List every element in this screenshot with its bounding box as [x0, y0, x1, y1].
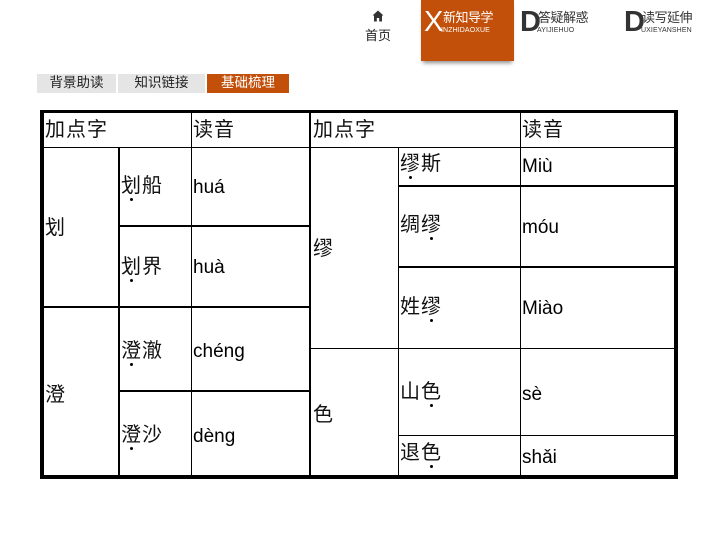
word-cell: 划界	[121, 254, 163, 282]
word-char: 姓	[400, 294, 421, 318]
word-char: 色	[421, 440, 442, 468]
header-dotted-char: 加点字	[45, 117, 108, 141]
table-grid-line	[44, 147, 674, 148]
word-cell: 划船	[121, 173, 163, 201]
word-cell: 绸缪	[400, 212, 442, 240]
table-grid-line	[118, 147, 120, 476]
table-grid-line	[118, 225, 310, 227]
word-char: 色	[421, 379, 442, 407]
pinyin-cell: huá	[193, 177, 225, 198]
pinyin-cell: shǎi	[522, 447, 557, 468]
pinyin-cell: dèng	[193, 426, 236, 447]
word-char: 划	[121, 173, 142, 201]
table-grid-line	[191, 113, 192, 476]
pinyin-cell: chéng	[193, 341, 245, 362]
table-grid-line	[398, 435, 674, 436]
tab-zhishilianjie[interactable]: 知识链接	[118, 74, 205, 93]
word-char: 船	[142, 173, 163, 197]
word-char: 澈	[142, 338, 163, 362]
word-cell: 澄澈	[121, 338, 163, 366]
tab-jichushuli[interactable]: 基础梳理	[207, 74, 289, 93]
home-icon[interactable]	[372, 7, 384, 22]
word-char: 绸	[400, 212, 421, 236]
pinyin-cell: Miào	[522, 298, 564, 319]
table-grid-line	[520, 113, 521, 476]
word-char: 缪	[400, 151, 421, 179]
group-char: 划	[45, 215, 66, 239]
word-char: 澄	[121, 422, 142, 450]
word-char: 缪	[421, 294, 442, 322]
section-title: 读写延伸	[642, 11, 693, 26]
pinyin-cell: Miù	[522, 156, 553, 177]
word-cell: 缪斯	[400, 151, 442, 179]
group-char: 色	[313, 402, 334, 426]
word-cell: 澄沙	[121, 422, 163, 450]
tab-beijingzhudu[interactable]: 背景助读	[37, 74, 116, 93]
word-char: 缪	[421, 212, 442, 240]
section-subtitle: AYIJIEHUO	[537, 27, 575, 34]
word-char: 界	[142, 254, 163, 278]
pinyin-cell: móu	[522, 217, 559, 238]
pinyin-cell: sè	[522, 384, 543, 405]
section-subtitle: UXIEYANSHEN	[641, 27, 692, 34]
table-grid-line	[309, 113, 311, 476]
header-dotted-char: 加点字	[313, 117, 376, 141]
word-cell: 姓缪	[400, 294, 442, 322]
group-char: 缪	[313, 236, 334, 260]
word-char: 澄	[121, 338, 142, 366]
nav-section-duxieyanshen[interactable]: D 读写延伸 UXIEYANSHEN	[623, 0, 715, 61]
word-cell: 退色	[400, 440, 442, 468]
word-char: 退	[400, 440, 421, 464]
table-grid-line	[398, 147, 399, 476]
home-link[interactable]: 首页	[365, 25, 391, 44]
word-char: 斯	[421, 151, 442, 175]
word-char: 山	[400, 379, 421, 403]
section-title: 答疑解惑	[538, 11, 589, 26]
group-char: 澄	[45, 382, 66, 406]
table-grid-line	[398, 185, 674, 187]
nav-section-xinzhidaoxue[interactable]: X 新知导学 INZHIDAOXUE	[421, 0, 514, 61]
word-char: 划	[121, 254, 142, 282]
section-title: 新知导学	[443, 11, 494, 26]
section-subtitle: INZHIDAOXUE	[441, 27, 490, 34]
table-grid-line	[310, 348, 674, 349]
word-cell: 山色	[400, 379, 442, 407]
table-grid-line	[44, 306, 310, 308]
nav-section-dayijiehuo[interactable]: D 答疑解惑 AYIJIEHUO	[519, 0, 609, 61]
table-grid-line	[398, 266, 674, 268]
word-char: 沙	[142, 422, 163, 446]
table-grid-line	[118, 390, 310, 392]
header-pronunciation: 读音	[193, 117, 235, 141]
header-pronunciation: 读音	[522, 117, 564, 141]
slide-page: 首页 X 新知导学 INZHIDAOXUE D 答疑解惑 AYIJIEHUO D…	[0, 0, 720, 540]
pinyin-cell: huà	[193, 257, 225, 278]
